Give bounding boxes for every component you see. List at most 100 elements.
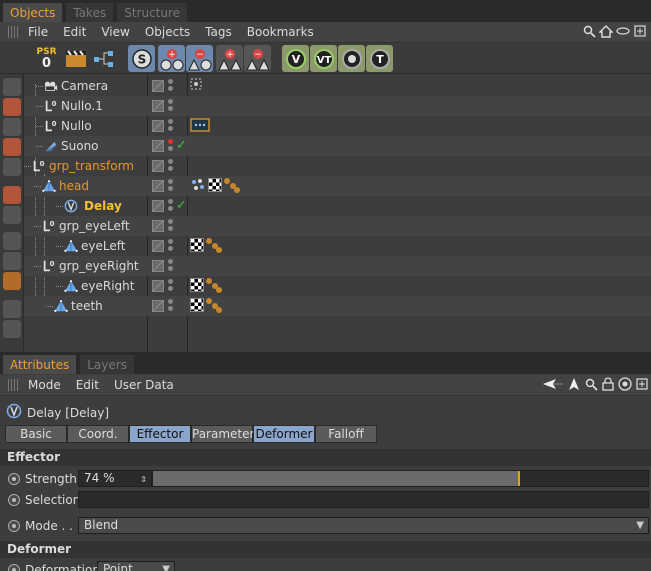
visibility-dots[interactable] xyxy=(168,259,174,273)
up-arrow-icon[interactable] xyxy=(567,377,581,391)
selection-animate-radio[interactable] xyxy=(8,494,20,506)
texture-tag-icon[interactable] xyxy=(190,278,204,292)
link-icon[interactable] xyxy=(616,24,630,38)
object-row[interactable]: 0 grp_eyeLeft xyxy=(24,216,651,236)
object-row[interactable]: teeth xyxy=(24,296,651,316)
render-visibility-dot[interactable] xyxy=(168,246,173,251)
stepper-arrows-icon[interactable]: ⇕ xyxy=(140,472,147,487)
visibility-dots[interactable] xyxy=(168,239,174,253)
object-name[interactable]: Nullo xyxy=(61,119,92,133)
object-row[interactable]: 0 Nullo xyxy=(24,116,651,136)
menu-bookmarks[interactable]: Bookmarks xyxy=(247,25,314,39)
ptab-basic[interactable]: Basic xyxy=(5,425,67,443)
object-name[interactable]: eyeRight xyxy=(81,279,134,293)
deformation-animate-radio[interactable] xyxy=(8,564,20,571)
object-name[interactable]: grp_transform xyxy=(49,159,134,173)
new-window-icon[interactable] xyxy=(633,24,647,38)
object-name[interactable]: eyeLeft xyxy=(81,239,125,253)
editor-visibility-dot[interactable] xyxy=(168,139,173,144)
editor-visibility-dot[interactable] xyxy=(168,179,173,184)
render-t-icon[interactable]: T xyxy=(366,45,393,72)
back-arrow-icon[interactable] xyxy=(542,377,564,391)
tab-layers[interactable]: Layers xyxy=(79,354,135,374)
object-name[interactable]: teeth xyxy=(71,299,103,313)
render-visibility-dot[interactable] xyxy=(168,146,173,151)
grip-handle-icon[interactable] xyxy=(8,379,20,391)
hierarchy-icon[interactable] xyxy=(90,45,117,72)
layer-color-swatch[interactable] xyxy=(152,120,164,132)
vibrate-tag-icon[interactable] xyxy=(190,178,206,194)
solo-hierarchy-add-icon[interactable]: + xyxy=(216,45,243,72)
target-icon[interactable] xyxy=(618,377,632,391)
editor-visibility-dot[interactable] xyxy=(168,239,173,244)
tool-bend-icon[interactable] xyxy=(3,232,21,250)
strength-animate-radio[interactable] xyxy=(8,473,20,485)
visibility-dots[interactable] xyxy=(168,279,174,293)
solo-remove-icon[interactable]: − xyxy=(186,45,213,72)
enabled-check-icon[interactable]: ✓ xyxy=(176,198,187,213)
tool-edges-icon[interactable] xyxy=(3,158,21,176)
editor-visibility-dot[interactable] xyxy=(168,299,173,304)
menu-file[interactable]: File xyxy=(28,25,48,39)
search-icon[interactable] xyxy=(584,377,598,391)
tool-brush-icon[interactable] xyxy=(3,320,21,338)
phong-tag-icon[interactable] xyxy=(206,238,222,253)
visibility-dots[interactable] xyxy=(168,99,174,113)
object-name[interactable]: grp_eyeRight xyxy=(59,259,139,273)
solo-s-icon[interactable]: S xyxy=(128,45,155,72)
search-icon[interactable] xyxy=(582,24,596,38)
object-name[interactable]: Suono xyxy=(61,139,99,153)
layer-color-swatch[interactable] xyxy=(152,220,164,232)
home-icon[interactable] xyxy=(599,24,613,38)
editor-visibility-dot[interactable] xyxy=(168,259,173,264)
layer-color-swatch[interactable] xyxy=(152,180,164,192)
editor-visibility-dot[interactable] xyxy=(168,219,173,224)
render-visibility-dot[interactable] xyxy=(168,286,173,291)
enabled-check-icon[interactable]: ✓ xyxy=(176,138,187,153)
visibility-dots[interactable] xyxy=(168,199,174,213)
menu-objects[interactable]: Objects xyxy=(145,25,190,39)
tool-paint-icon[interactable] xyxy=(3,272,21,290)
render-visibility-dot[interactable] xyxy=(168,206,173,211)
render-visibility-dot[interactable] xyxy=(168,226,173,231)
menu-tags[interactable]: Tags xyxy=(205,25,232,39)
editor-visibility-dot[interactable] xyxy=(168,99,173,104)
ptab-falloff[interactable]: Falloff xyxy=(315,425,377,443)
object-name[interactable]: Nullo.1 xyxy=(61,99,103,113)
texture-tag-icon[interactable] xyxy=(190,298,204,312)
mode-animate-radio[interactable] xyxy=(8,520,20,532)
editor-visibility-dot[interactable] xyxy=(168,199,173,204)
phong-tag-icon[interactable] xyxy=(206,298,222,313)
deformation-dropdown[interactable]: Point ▼ xyxy=(97,561,175,571)
tool-points-icon[interactable] xyxy=(3,138,21,156)
object-name[interactable]: grp_eyeLeft xyxy=(59,219,130,233)
visibility-dots[interactable] xyxy=(168,119,174,133)
render-visibility-dot[interactable] xyxy=(168,106,173,111)
menu-mode[interactable]: Mode xyxy=(28,378,61,392)
tool-model-icon[interactable] xyxy=(3,206,21,224)
object-row[interactable]: 0 grp_transform xyxy=(24,156,651,176)
tool-polygons-icon[interactable] xyxy=(3,186,21,204)
selection-field[interactable] xyxy=(78,491,649,508)
mode-dropdown[interactable]: Blend ▼ xyxy=(78,517,649,534)
visibility-dots[interactable] xyxy=(168,299,174,313)
view-green-v-icon[interactable]: V xyxy=(282,45,309,72)
section-effector[interactable]: Effector xyxy=(0,449,651,466)
ptab-parameter[interactable]: Parameter xyxy=(191,425,254,443)
layer-color-swatch[interactable] xyxy=(152,80,164,92)
strength-input[interactable]: 74 % ⇕ xyxy=(78,470,152,487)
solo-add-icon[interactable]: + xyxy=(158,45,185,72)
object-name[interactable]: Delay xyxy=(84,199,122,213)
tool-scale-icon[interactable] xyxy=(3,98,21,116)
strength-slider[interactable] xyxy=(152,470,649,487)
render-visibility-dot[interactable] xyxy=(168,306,173,311)
tool-magnet-icon[interactable] xyxy=(3,300,21,318)
tab-attributes[interactable]: Attributes xyxy=(2,354,78,374)
phong-tag-icon[interactable] xyxy=(206,278,222,293)
solo-hierarchy-remove-icon[interactable]: − xyxy=(244,45,271,72)
ptab-coord[interactable]: Coord. xyxy=(67,425,129,443)
tool-rotate-icon[interactable] xyxy=(3,118,21,136)
tab-structure[interactable]: Structure xyxy=(116,2,189,22)
object-row[interactable]: Delay ✓ xyxy=(24,196,651,216)
object-row[interactable]: Suono ✓ xyxy=(24,136,651,156)
